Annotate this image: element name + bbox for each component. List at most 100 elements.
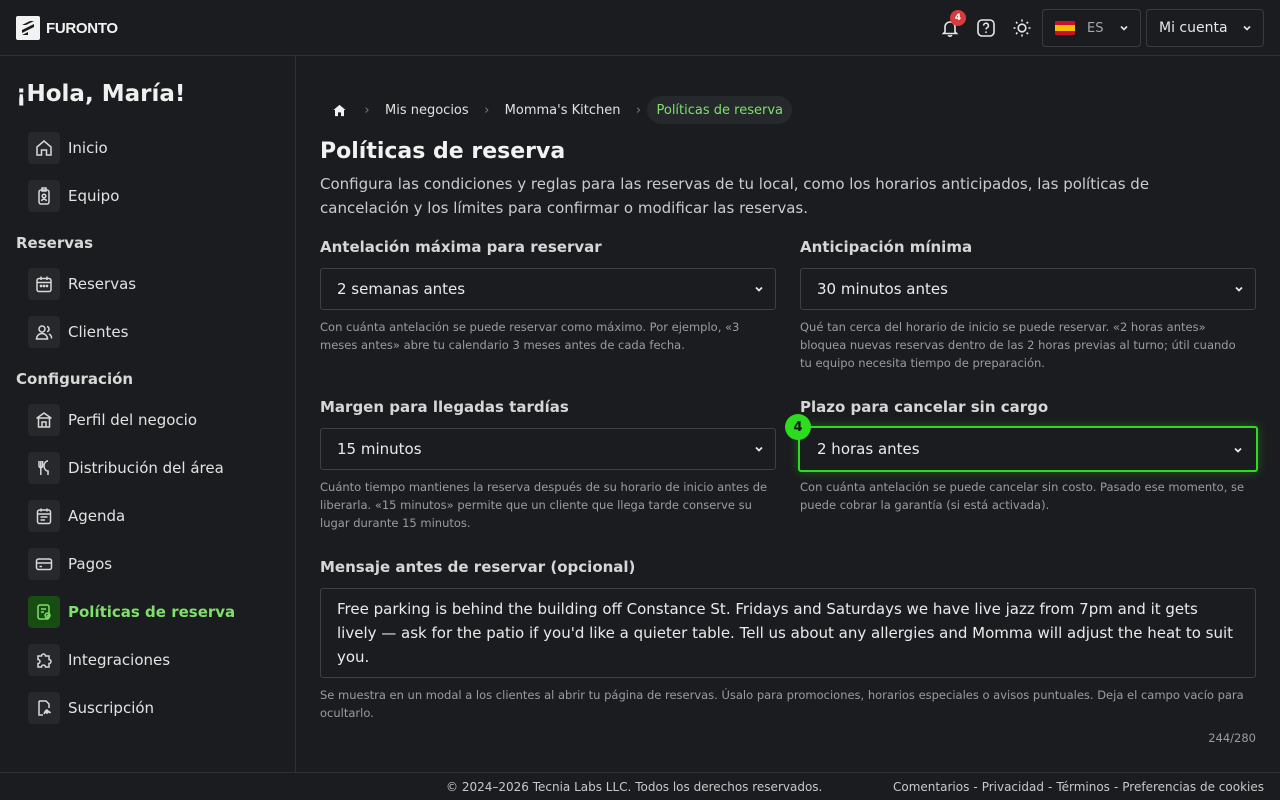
sidebar-item-label: Distribución del área bbox=[68, 459, 224, 477]
footer-link-terminos[interactable]: Términos bbox=[1056, 780, 1110, 794]
page-description: Configura las condiciones y reglas para … bbox=[320, 175, 1150, 217]
sidebar-item-label: Equipo bbox=[68, 187, 120, 205]
page-title: Políticas de reserva bbox=[320, 139, 566, 164]
calendar-icon bbox=[28, 268, 60, 300]
footer-link-privacidad[interactable]: Privacidad bbox=[982, 780, 1044, 794]
late-margin-label: Margen para llegadas tardías bbox=[320, 398, 569, 416]
sidebar-item-politicas-de-reserva[interactable]: Políticas de reserva bbox=[28, 596, 235, 628]
footer-separator: - bbox=[1047, 780, 1053, 794]
free-cancel-help: Con cuánta antelación se puede cancelar … bbox=[800, 480, 1245, 512]
breadcrumb-separator: › bbox=[635, 102, 642, 118]
help-icon bbox=[977, 19, 995, 37]
breadcrumb-mommas-kitchen[interactable]: Momma's Kitchen bbox=[496, 96, 630, 124]
badge-icon bbox=[28, 180, 60, 212]
language-select[interactable]: ES bbox=[1042, 9, 1141, 47]
message-label: Mensaje antes de reservar (opcional) bbox=[320, 558, 636, 576]
sidebar-item-equipo[interactable]: Equipo bbox=[28, 180, 119, 212]
chevron-down-icon bbox=[755, 286, 763, 292]
message-help: Se muestra en un modal a los clientes al… bbox=[320, 688, 1244, 720]
account-menu-button[interactable]: Mi cuenta bbox=[1146, 9, 1264, 47]
chevron-down-icon bbox=[1235, 286, 1243, 292]
late-margin-select[interactable]: 15 minutos bbox=[320, 428, 776, 470]
max-advance-label: Antelación máxima para reservar bbox=[320, 238, 602, 256]
notification-count-badge: 4 bbox=[950, 10, 966, 26]
chevron-down-icon bbox=[1234, 447, 1242, 453]
sidebar-item-label: Integraciones bbox=[68, 651, 171, 669]
brand-logo[interactable]: FURONTO bbox=[16, 16, 118, 40]
breadcrumb-separator: › bbox=[484, 102, 490, 118]
language-code: ES bbox=[1087, 20, 1104, 36]
sidebar: ¡Hola, María! Inicio Equipo Reservas Res… bbox=[0, 56, 296, 772]
sun-icon bbox=[1013, 19, 1031, 37]
agenda-icon bbox=[28, 500, 60, 532]
notifications-button[interactable]: 4 bbox=[936, 10, 966, 42]
theme-toggle-button[interactable] bbox=[1008, 14, 1036, 42]
top-bar: FURONTO 4 ES Mi cuenta bbox=[0, 0, 1280, 56]
free-cancel-select[interactable]: 2 horas antes bbox=[798, 426, 1258, 472]
footer-separator: - bbox=[1113, 780, 1119, 794]
help-button[interactable] bbox=[972, 14, 1000, 42]
sidebar-section-configuracion: Configuración bbox=[16, 370, 134, 388]
footer-separator: - bbox=[973, 780, 978, 794]
users-icon bbox=[28, 316, 60, 348]
breadcrumb-home[interactable] bbox=[320, 96, 358, 124]
sidebar-item-integraciones[interactable]: Integraciones bbox=[28, 644, 170, 676]
card-icon bbox=[28, 548, 60, 580]
sidebar-item-distribucion-del-area[interactable]: Distribución del área bbox=[28, 452, 224, 484]
min-advance-select[interactable]: 30 minutos antes bbox=[800, 268, 1256, 310]
chevron-down-icon bbox=[1243, 25, 1251, 31]
sidebar-item-label: Suscripción bbox=[68, 699, 155, 717]
breadcrumb-current: Políticas de reserva bbox=[647, 96, 792, 124]
footer-link-cookies[interactable]: Preferencias de cookies bbox=[1122, 780, 1264, 794]
sidebar-item-clientes[interactable]: Clientes bbox=[28, 316, 128, 348]
sidebar-item-label: Clientes bbox=[68, 323, 129, 341]
max-advance-value: 2 semanas antes bbox=[337, 280, 466, 298]
footer: © 2024–2026 Tecnia Labs LLC. Todos los d… bbox=[0, 772, 1280, 800]
signature-icon bbox=[28, 692, 60, 724]
free-cancel-value: 2 horas antes bbox=[817, 440, 920, 458]
sidebar-item-reservas[interactable]: Reservas bbox=[28, 268, 136, 300]
sidebar-item-label: Políticas de reserva bbox=[68, 603, 236, 621]
max-advance-help: Con cuánta antelación se puede reservar … bbox=[320, 320, 740, 352]
sidebar-item-label: Pagos bbox=[68, 555, 113, 573]
home-icon bbox=[28, 132, 60, 164]
utensils-icon bbox=[28, 452, 60, 484]
late-margin-value: 15 minutos bbox=[337, 440, 422, 458]
min-advance-value: 30 minutos antes bbox=[817, 280, 948, 298]
sidebar-item-label: Inicio bbox=[68, 139, 108, 157]
chevron-down-icon bbox=[755, 446, 763, 452]
spain-flag-icon bbox=[1055, 21, 1075, 35]
sidebar-item-label: Agenda bbox=[68, 507, 126, 525]
min-advance-help: Qué tan cerca del horario de inicio se p… bbox=[800, 320, 1236, 370]
sidebar-section-reservas: Reservas bbox=[16, 234, 94, 252]
brand-name: FURONTO bbox=[46, 19, 118, 37]
footer-link-comentarios[interactable]: Comentarios bbox=[893, 780, 969, 794]
sidebar-item-label: Reservas bbox=[68, 275, 137, 293]
home-icon bbox=[332, 104, 346, 116]
puzzle-icon bbox=[28, 644, 60, 676]
breadcrumb-mis-negocios[interactable]: Mis negocios bbox=[376, 96, 478, 124]
max-advance-select[interactable]: 2 semanas antes bbox=[320, 268, 776, 310]
free-cancel-label: Plazo para cancelar sin cargo bbox=[800, 398, 1049, 416]
footer-links: Comentarios - Privacidad - Términos - Pr… bbox=[893, 780, 1264, 794]
account-label: Mi cuenta bbox=[1159, 20, 1228, 36]
policy-icon bbox=[28, 596, 60, 628]
sidebar-item-agenda[interactable]: Agenda bbox=[28, 500, 125, 532]
sidebar-item-suscripcion[interactable]: Suscripción bbox=[28, 692, 154, 724]
message-textarea[interactable]: Free parking is behind the building off … bbox=[320, 588, 1256, 678]
breadcrumb: › Mis negocios › Momma's Kitchen › Polít… bbox=[320, 96, 792, 124]
min-advance-label: Anticipación mínima bbox=[800, 238, 973, 256]
character-counter: 244/280 bbox=[1208, 731, 1256, 745]
sidebar-item-perfil-del-negocio[interactable]: Perfil del negocio bbox=[28, 404, 197, 436]
sidebar-item-label: Perfil del negocio bbox=[68, 411, 198, 429]
chevron-down-icon bbox=[1120, 25, 1128, 31]
copyright-text: © 2024–2026 Tecnia Labs LLC. Todos los d… bbox=[446, 780, 823, 794]
sidebar-item-pagos[interactable]: Pagos bbox=[28, 548, 112, 580]
greeting: ¡Hola, María! bbox=[16, 81, 186, 107]
step-number-badge: 4 bbox=[785, 414, 811, 440]
sidebar-item-inicio[interactable]: Inicio bbox=[28, 132, 108, 164]
logo-mark-icon bbox=[16, 16, 40, 40]
store-icon bbox=[28, 404, 60, 436]
breadcrumb-separator: › bbox=[364, 102, 370, 118]
late-margin-help: Cuánto tiempo mantienes la reserva despu… bbox=[320, 480, 768, 530]
